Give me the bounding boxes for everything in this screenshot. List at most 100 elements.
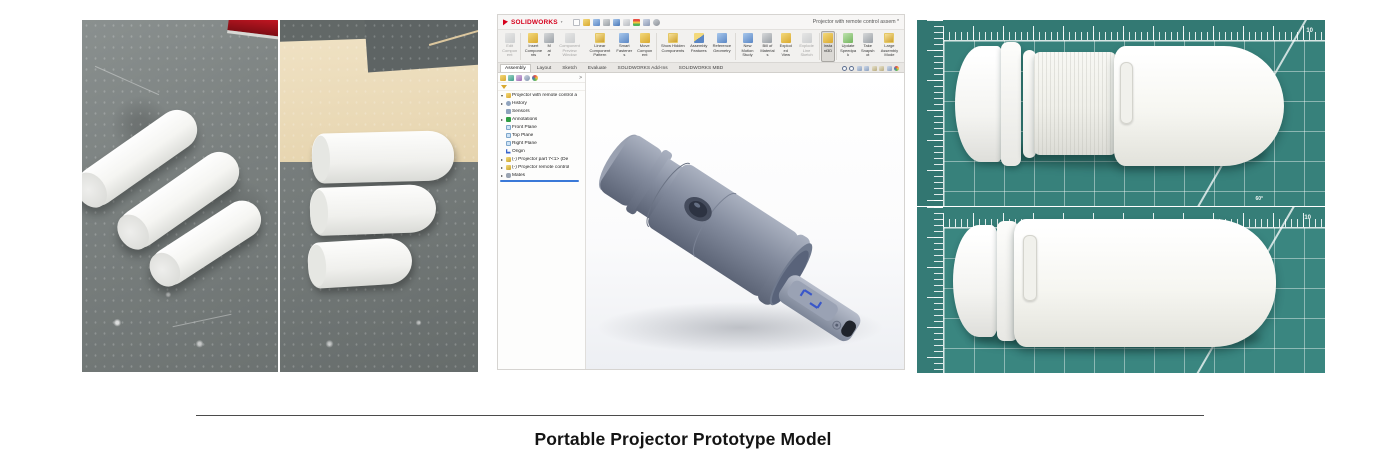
tree-item-origin[interactable]: Origin <box>498 147 585 155</box>
ribbon-button-show-hidden-components[interactable]: Show Hidden Components <box>658 31 687 62</box>
flyout-arrow-icon[interactable]: > <box>579 75 583 81</box>
rollback-bar[interactable] <box>500 180 579 182</box>
tree-item-root[interactable]: ▾ Projector with remote control a <box>498 91 585 99</box>
ribbon-button-new-motion-study[interactable]: New Motion Study <box>737 31 758 62</box>
cad-model[interactable] <box>586 73 904 369</box>
update-speedpak-icon <box>843 33 853 43</box>
view-orientation-icon[interactable] <box>872 66 877 71</box>
tree-item-annotations[interactable]: ▸ Annotations <box>498 115 585 123</box>
ribbon-button-reference-geometry[interactable]: Reference Geometry <box>710 31 734 62</box>
instant3d-icon <box>823 33 833 43</box>
divider-line <box>196 415 1204 416</box>
graphics-viewport[interactable] <box>586 73 904 369</box>
ribbon-button-large-assembly-mode[interactable]: Large Assembly Mode <box>877 31 902 62</box>
tree-item-projector-remote[interactable]: ▸ (-) Projector remote control <box>498 163 585 171</box>
ribbon-button-take-snapshot[interactable]: Take Snapshot <box>859 31 877 62</box>
ribbon-separator <box>836 33 837 60</box>
component-preview-window-icon <box>565 33 575 43</box>
prototype-inner-barrel <box>1034 52 1116 155</box>
tree-item-front-plane[interactable]: Front Plane <box>498 123 585 131</box>
tree-item-right-plane[interactable]: Right Plane <box>498 139 585 147</box>
origin-icon <box>506 149 511 154</box>
tab-assembly[interactable]: Assembly <box>500 64 531 72</box>
foam-cylinder <box>311 130 454 184</box>
tree-item-projector-part[interactable]: ▸ (-) Projector part 7<1> (De <box>498 155 585 163</box>
mat-ruler-left <box>917 20 943 206</box>
tree-item-sensors[interactable]: Sensors <box>498 107 585 115</box>
reference-geometry-icon <box>717 33 727 43</box>
photo-prototype-extended: 10 60° <box>917 20 1325 206</box>
tree-filter[interactable] <box>498 83 585 91</box>
ribbon-separator <box>819 33 820 60</box>
ribbon-button-explode-line-sketch[interactable]: Explode Line Sketch <box>795 31 819 62</box>
exploded-view-icon <box>781 33 791 43</box>
tab-layout[interactable]: Layout <box>532 64 556 72</box>
expand-arrow-icon[interactable]: ▸ <box>500 165 504 170</box>
collapse-arrow-icon[interactable]: ▾ <box>500 93 504 98</box>
expand-arrow-icon[interactable]: ▸ <box>500 117 504 122</box>
zoom-to-fit-icon[interactable] <box>842 66 847 71</box>
ribbon-button-update-speedpak[interactable]: Update Speedpak <box>838 31 859 62</box>
zoom-to-area-icon[interactable] <box>849 66 854 71</box>
ribbon-button-mate[interactable]: Mate <box>544 31 553 62</box>
hide-show-items-icon[interactable] <box>887 66 892 71</box>
ribbon-button-bill-of-materials[interactable]: Bill of Materials <box>758 31 777 62</box>
expand-arrow-icon[interactable]: ▸ <box>500 157 504 162</box>
configurationmanager-icon[interactable] <box>516 75 522 81</box>
ribbon-button-assembly-features[interactable]: Assembly Features <box>688 31 710 62</box>
ribbon-button-smart-fasteners[interactable]: Smart Fasteners <box>614 31 634 62</box>
tab-sketch[interactable]: Sketch <box>557 64 582 72</box>
ribbon-button-linear-component-pattern[interactable]: Linear Component Pattern <box>585 31 614 62</box>
expand-arrow-icon[interactable]: ▸ <box>500 101 504 106</box>
edit-appearance-icon[interactable] <box>894 66 899 71</box>
solidworks-window: SOLIDWORKS ▾ Projector with remote contr… <box>497 14 905 370</box>
save-icon[interactable] <box>593 19 600 26</box>
tree-item-history[interactable]: ▸ History <box>498 99 585 107</box>
undo-icon[interactable] <box>613 19 620 26</box>
ribbon-button-instant3d[interactable]: Instant3D <box>821 31 834 62</box>
ribbon-button-component-preview-window[interactable]: Component Preview Window <box>554 31 585 62</box>
title-bar: SOLIDWORKS ▾ Projector with remote contr… <box>498 15 904 30</box>
ribbon-button-insert-components[interactable]: Insert Components <box>522 31 544 62</box>
plane-icon <box>506 141 511 146</box>
tab-solidworks-mbd[interactable]: SOLIDWORKS MBD <box>674 64 729 72</box>
command-manager-tabs: Assembly Layout Sketch Evaluate SOLIDWOR… <box>498 63 904 73</box>
mat-label-ten: 10 <box>1306 28 1313 34</box>
featuremanager-tree-icon[interactable] <box>500 75 506 81</box>
displaymanager-icon[interactable] <box>532 75 538 81</box>
brand-caret-icon[interactable]: ▾ <box>561 20 563 24</box>
prototype-rear-cap <box>953 225 1001 337</box>
plane-icon <box>506 125 511 130</box>
display-style-icon[interactable] <box>879 66 884 71</box>
open-icon[interactable] <box>583 19 590 26</box>
document-title: Projector with remote control assem * <box>813 19 899 25</box>
solidworks-brand: SOLIDWORKS <box>511 19 558 26</box>
assembly-icon <box>506 93 511 98</box>
file-properties-icon[interactable] <box>643 19 650 26</box>
previous-view-icon[interactable] <box>857 66 862 71</box>
tab-evaluate[interactable]: Evaluate <box>583 64 612 72</box>
mates-icon <box>506 173 511 178</box>
rebuild-icon[interactable] <box>633 19 640 26</box>
prototype-slot <box>1023 235 1037 301</box>
ribbon-button-edit-component[interactable]: Edit Component <box>500 31 519 62</box>
tree-item-mates[interactable]: ▸ Mates <box>498 171 585 179</box>
heads-up-view-toolbar <box>842 66 903 72</box>
tree-item-top-plane[interactable]: Top Plane <box>498 131 585 139</box>
take-snapshot-icon <box>863 33 873 43</box>
print-icon[interactable] <box>603 19 610 26</box>
mat-label-ten: 10 <box>1304 215 1311 221</box>
ribbon-button-exploded-view[interactable]: Exploded View <box>777 31 795 62</box>
dimxpertmanager-icon[interactable] <box>524 75 530 81</box>
expand-arrow-icon[interactable]: ▸ <box>500 173 504 178</box>
select-icon[interactable] <box>623 19 630 26</box>
options-icon[interactable] <box>653 19 660 26</box>
new-document-icon[interactable] <box>573 19 580 26</box>
foam-cylinder <box>307 237 414 289</box>
mat-ruler-left <box>917 207 943 373</box>
tab-solidworks-add-ins[interactable]: SOLIDWORKS Add-Ins <box>613 64 673 72</box>
ribbon-button-move-component[interactable]: Move Component <box>634 31 655 62</box>
section-view-icon[interactable] <box>864 66 869 71</box>
prototype-rear-cap <box>955 46 1007 162</box>
propertymanager-icon[interactable] <box>508 75 514 81</box>
